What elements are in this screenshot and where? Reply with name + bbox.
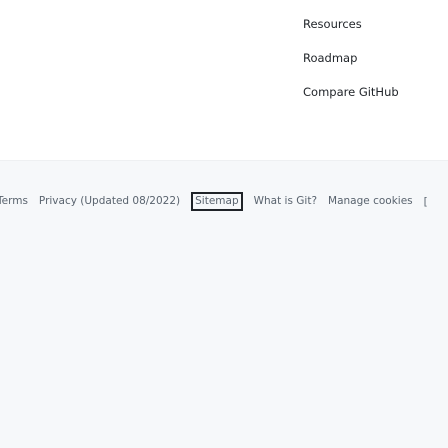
- footer-top-area: Resources Roadmap Compare GitHub: [0, 0, 448, 160]
- legal-link-what-is-git[interactable]: What is Git?: [254, 195, 317, 208]
- footer-link-resources[interactable]: Resources: [303, 17, 399, 31]
- footer-links-column: Resources Roadmap Compare GitHub: [303, 17, 399, 99]
- footer-link-compare-github[interactable]: Compare GitHub: [303, 85, 399, 99]
- legal-link-sitemap[interactable]: Sitemap: [191, 192, 243, 211]
- footer-link-roadmap[interactable]: Roadmap: [303, 51, 399, 65]
- page: Resources Roadmap Compare GitHub Terms P…: [0, 0, 448, 448]
- legal-link-manage-cookies[interactable]: Manage cookies: [328, 195, 413, 208]
- legal-link-privacy[interactable]: Privacy (Updated 08/2022): [39, 195, 180, 208]
- legal-link-terms[interactable]: Terms: [0, 195, 28, 208]
- legal-trailing-text: [: [423, 195, 428, 208]
- legal-links: Terms Privacy (Updated 08/2022) Sitemap …: [0, 192, 428, 211]
